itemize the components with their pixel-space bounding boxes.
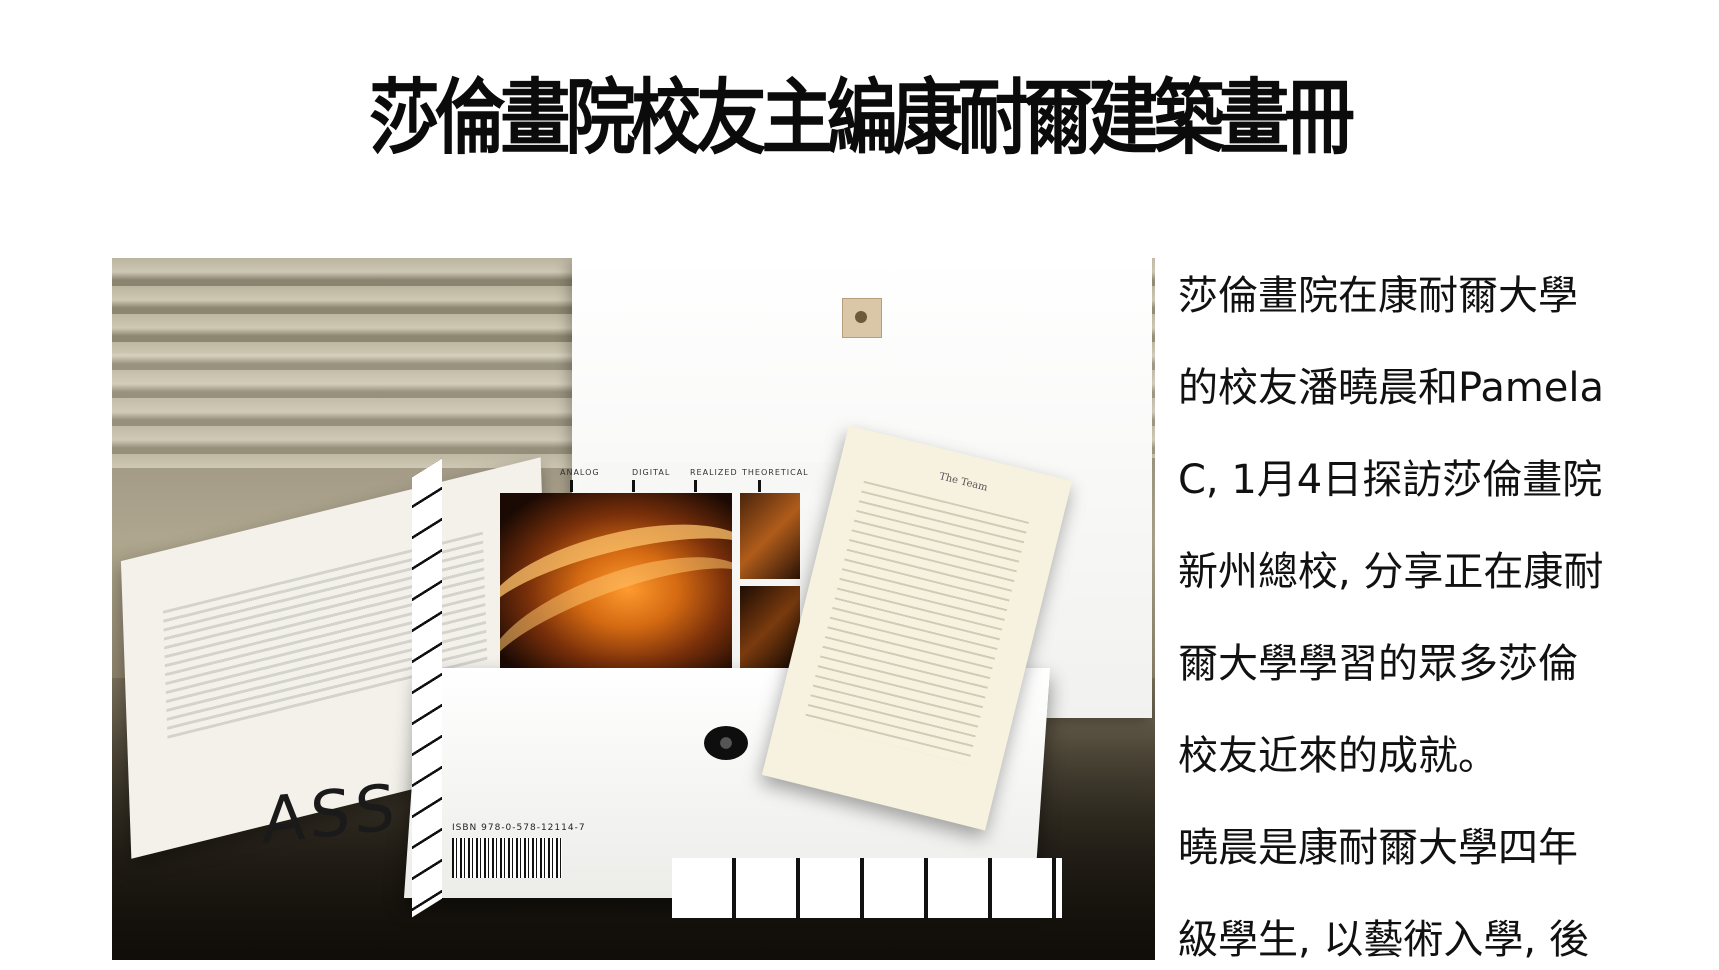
tab-label-realized: REALIZED [690,468,738,477]
body-line: 新州總校, 分享正在康耐 [1178,549,1604,595]
tab-label-analog: ANALOG [560,468,600,477]
page-title: 莎倫畫院校友主編康耐爾建築畫冊 [369,71,1355,166]
body-line: 爾大學學習的眾多莎倫 [1178,641,1578,687]
book-photo: ASS ANALOG DIGITAL REALIZED THEORETICAL … [112,258,1155,960]
binding-stitches-bottom [672,858,1062,918]
tab-marker [632,480,635,492]
architecture-photo [500,493,732,668]
body-line: C, 1月4日探訪莎倫畫院 [1178,457,1603,503]
snap-button-bottom [704,726,748,760]
snap-dot [855,311,867,323]
tab-marker [758,480,761,492]
body-line: 校友近來的成就。 [1178,733,1498,779]
tab-label-digital: DIGITAL [632,468,671,477]
team-sheet-text [803,480,1029,765]
tab-marker [694,480,697,492]
slide-page: 莎倫畫院校友主編康耐爾建築畫冊 ASS ANALOG DIGITAL REALI… [0,0,1719,970]
body-line: 級學生, 以藝術入學, 後 [1178,917,1589,963]
architecture-thumb [740,493,800,579]
snap-button-top [842,298,882,338]
isbn-text: ISBN 978-0-578-12114-7 [452,823,586,833]
book-letters: ASS [262,770,400,860]
tab-marker [570,480,573,492]
body-line: 曉晨是康耐爾大學四年 [1178,825,1578,871]
barcode [452,838,562,878]
article-body: 莎倫畫院在康耐爾大學 的校友潘曉晨和Pamela C, 1月4日探訪莎倫畫院 新… [1178,250,1718,970]
binding-stitches-left [412,458,442,918]
tab-label-theoretical: THEORETICAL [742,468,809,477]
team-sheet-title: The Team [938,471,989,494]
body-line: 莎倫畫院在康耐爾大學 [1178,273,1578,319]
body-line: 的校友潘曉晨和Pamela [1178,365,1605,411]
